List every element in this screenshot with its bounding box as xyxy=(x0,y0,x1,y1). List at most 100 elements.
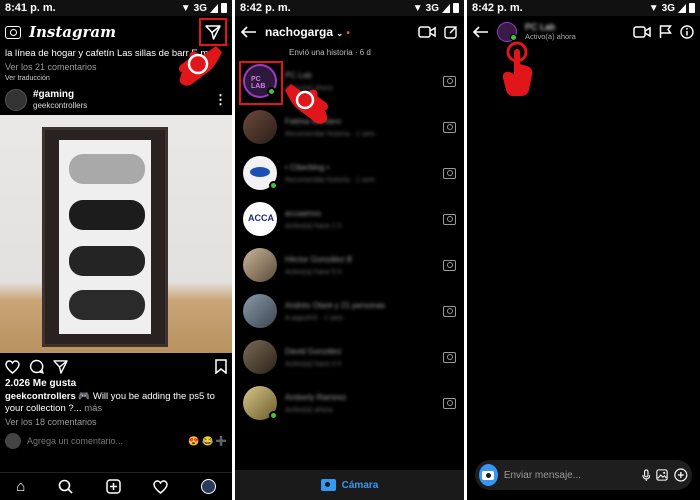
camera-icon[interactable] xyxy=(443,259,456,271)
camera-icon[interactable] xyxy=(443,167,456,179)
conversation-item-pc-lab[interactable]: PC LAB PC Lab Activo(a) ahora xyxy=(235,58,464,105)
comment-input[interactable] xyxy=(27,436,183,446)
post-username[interactable]: geekcontrollers xyxy=(33,100,208,111)
post-image[interactable] xyxy=(0,115,232,353)
view-comments-link[interactable]: Ver los 18 comentarios xyxy=(0,415,232,429)
black-controller-3 xyxy=(69,290,145,320)
conversation-name: accaamxs xyxy=(285,208,322,218)
activity-icon[interactable] xyxy=(153,479,168,494)
conversation-name: • Ciberblog • xyxy=(285,162,330,172)
info-icon[interactable] xyxy=(680,25,694,39)
conversation-item[interactable]: Fatima Montero Recomendar historia · 1 s… xyxy=(235,104,464,150)
online-indicator xyxy=(269,411,278,420)
conversation-name: David González xyxy=(285,346,342,356)
signal-icon xyxy=(678,3,686,13)
battery-icon xyxy=(221,3,227,13)
conversation-item[interactable]: David González Activo(a) hace 4 h xyxy=(235,334,464,380)
camera-icon[interactable] xyxy=(443,351,456,363)
camera-icon[interactable] xyxy=(443,397,456,409)
message-input[interactable] xyxy=(503,469,636,481)
status-time: 8:41 p. m. xyxy=(5,2,56,14)
chevron-down-icon: ⌄ xyxy=(336,29,344,38)
caption-username[interactable]: geekcontrollers xyxy=(5,391,76,402)
conversation-preview: Activo(a) hace 4 h xyxy=(285,360,342,368)
status-bar: 8:42 p. m. ▼ 3G xyxy=(467,0,700,16)
avatar[interactable] xyxy=(5,89,27,111)
home-icon[interactable]: ⌂ xyxy=(16,478,25,495)
controller-frame xyxy=(42,127,168,347)
conversation-list: PC LAB PC Lab Activo(a) ahora Fatima Mon… xyxy=(235,58,464,426)
conversation-preview: A aqaulXX · 1 sem xyxy=(285,314,343,322)
conversation-text: Amberly Ramirez Activo(a) ahora xyxy=(285,393,435,414)
inbox-header: nachogarga ⌄ • xyxy=(235,16,464,48)
conversation-preview: Recomendar historia · 1 sem xyxy=(285,130,375,138)
post-caption: geekcontrollers 🎮 Will you be adding the… xyxy=(0,391,232,415)
direct-inbox-screen: 8:42 p. m. ▼ 3G nachogarga ⌄ • Envió una… xyxy=(235,0,464,500)
instagram-logo: Instagram xyxy=(29,23,116,41)
camera-icon[interactable] xyxy=(443,305,456,317)
flag-icon[interactable] xyxy=(659,25,672,39)
bottom-navigation: ⌂ xyxy=(0,472,232,500)
chat-title[interactable]: PC Lab Activo(a) ahora xyxy=(525,22,625,42)
conversation-item[interactable]: Héctor González B Activo(a) hace 5 h xyxy=(235,242,464,288)
camera-icon[interactable] xyxy=(443,75,456,87)
conversation-text: Héctor González B Activo(a) hace 5 h xyxy=(285,255,435,276)
conversation-name: Amberly Ramirez xyxy=(285,392,347,402)
status-bar: 8:42 p. m. ▼ 3G xyxy=(235,0,464,16)
status-icons: ▼ 3G xyxy=(649,3,695,14)
camera-label: Cámara xyxy=(341,479,379,491)
search-icon[interactable] xyxy=(58,479,73,494)
conversation-item[interactable]: ACCA accaamxs Activo(a) hace 1 h xyxy=(235,196,464,242)
user-avatar xyxy=(5,433,21,449)
conversation-name: Héctor González B xyxy=(285,254,353,264)
camera-icon[interactable] xyxy=(443,213,456,225)
post-user-info: #gaming geekcontrollers xyxy=(33,89,208,111)
camera-icon[interactable] xyxy=(443,121,456,133)
inbox-username[interactable]: nachogarga ⌄ • xyxy=(265,25,410,39)
status-bar: 8:41 p. m. ▼ 3G xyxy=(0,0,232,16)
add-icon[interactable] xyxy=(674,467,688,483)
conversation-item[interactable]: Andrés Otaré y 21 personas A aqaulXX · 1… xyxy=(235,288,464,334)
video-call-icon[interactable] xyxy=(418,26,436,38)
bookmark-icon[interactable] xyxy=(215,359,227,374)
conversation-text: • Ciberblog • Recomendar historia · 1 se… xyxy=(285,163,435,184)
likes-count[interactable]: 2.026 Me gusta xyxy=(0,376,232,391)
conversation-text: David González Activo(a) hace 4 h xyxy=(285,347,435,368)
caption-more-link[interactable]: más xyxy=(84,403,102,414)
wifi-icon: ▼ xyxy=(412,2,423,14)
avatar xyxy=(243,248,277,282)
wifi-icon: ▼ xyxy=(648,2,659,14)
gray-controller xyxy=(69,154,145,184)
status-time: 8:42 p. m. xyxy=(472,2,523,14)
status-icons: ▼ 3G xyxy=(413,3,459,14)
heart-icon[interactable] xyxy=(5,359,20,374)
camera-icon[interactable] xyxy=(5,25,21,39)
pointer-hand-icon xyxy=(285,84,328,124)
acca-logo: ACCA xyxy=(248,213,274,223)
notification-dot: • xyxy=(346,28,350,39)
username-label: nachogarga xyxy=(265,25,334,39)
profile-avatar-icon[interactable] xyxy=(200,479,216,494)
more-options-icon[interactable]: ⋮ xyxy=(214,92,227,108)
camera-button[interactable] xyxy=(479,464,498,486)
new-message-icon[interactable] xyxy=(444,25,458,39)
back-arrow-icon[interactable] xyxy=(473,26,489,38)
camera-button[interactable]: Cámara xyxy=(235,470,464,500)
status-time: 8:42 p. m. xyxy=(240,2,291,14)
new-post-icon[interactable] xyxy=(105,479,121,494)
chat-status: Activo(a) ahora xyxy=(525,32,576,41)
message-composer xyxy=(475,460,692,490)
conversation-item[interactable]: Amberly Ramirez Activo(a) ahora xyxy=(235,380,464,426)
status-icons: ▼ 3G xyxy=(181,3,227,14)
comment-icon[interactable] xyxy=(29,359,44,374)
quick-reactions[interactable]: 😍 😂 ➕ xyxy=(188,436,227,447)
highlight-box xyxy=(239,61,283,105)
black-controller-2 xyxy=(69,246,145,276)
conversation-item[interactable]: • Ciberblog • Recomendar historia · 1 se… xyxy=(235,150,464,196)
share-icon[interactable] xyxy=(53,359,68,374)
gallery-icon[interactable] xyxy=(656,468,669,482)
microphone-icon[interactable] xyxy=(642,468,651,483)
back-arrow-icon[interactable] xyxy=(241,26,257,38)
camera-icon xyxy=(320,479,336,491)
video-call-icon[interactable] xyxy=(633,26,651,38)
